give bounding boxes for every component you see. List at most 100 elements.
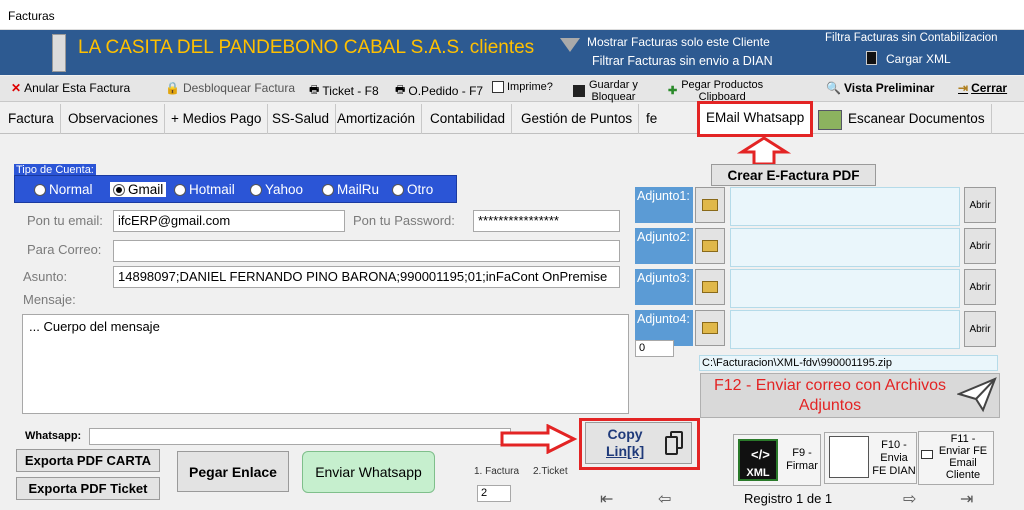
attachment-count-field[interactable]: 0 [635, 340, 674, 357]
xml-file-icon: XML </> [738, 439, 778, 481]
close-button[interactable]: ⇥ Cerrar [958, 81, 1007, 95]
scanner-icon [818, 110, 842, 130]
attachment2-folder-icon[interactable] [695, 228, 725, 264]
tab-fe[interactable]: fe [640, 104, 663, 134]
save-lock-button[interactable]: Guardar y Bloquear [573, 79, 638, 103]
radio-otro[interactable]: Otro [392, 182, 433, 197]
send-whatsapp-button[interactable]: Enviar Whatsapp [302, 451, 435, 493]
tab-gestion-puntos[interactable]: Gestión de Puntos [515, 104, 640, 134]
password-field[interactable]: **************** [473, 210, 620, 232]
export-pdf-ticket-button[interactable]: Exporta PDF Ticket [16, 477, 160, 500]
email-label: Pon tu email: [27, 213, 103, 228]
export-pdf-carta-button[interactable]: Exporta PDF CARTA [16, 449, 160, 472]
tab-medios-pago[interactable]: + Medios Pago [165, 104, 269, 134]
attachment1-open-button[interactable]: Abrir [964, 187, 996, 223]
copy-link-button[interactable]: Copy Lin[k] [585, 422, 692, 464]
paste-link-button[interactable]: Pegar Enlace [177, 451, 289, 492]
radio-yahoo[interactable]: Yahoo [250, 182, 303, 197]
record-counter: Registro 1 de 1 [744, 491, 833, 506]
sign-f9-button[interactable]: XML </> F9 - Firmar [733, 434, 821, 486]
printer-icon: 🖶 [309, 84, 320, 96]
copy-icon [665, 431, 683, 455]
whatsapp-field[interactable] [89, 428, 511, 445]
preview-button[interactable]: 🔍 Vista Preliminar [826, 81, 934, 95]
tab-contabilidad[interactable]: Contabilidad [424, 104, 513, 134]
attachment-path-field[interactable]: C:\Facturacion\XML-fdv\990001195.zip [699, 355, 998, 371]
filter-no-dian-button[interactable]: Filtrar Facturas sin envio a DIAN [592, 54, 773, 68]
tab-email-whatsapp[interactable]: EMail Whatsapp [697, 101, 814, 137]
exit-icon: ⇥ [958, 81, 969, 95]
attachment1-field[interactable] [730, 187, 960, 226]
attachment4-open-button[interactable]: Abrir [964, 311, 996, 347]
attachment3-label: Adjunto3: [635, 269, 693, 305]
format-option-field[interactable]: 2 [477, 485, 511, 502]
attachment4-folder-icon[interactable] [695, 310, 725, 346]
funnel-icon[interactable] [560, 38, 580, 52]
radio-normal[interactable]: Normal [34, 182, 93, 197]
to-label: Para Correo: [27, 242, 102, 257]
attachment3-folder-icon[interactable] [695, 269, 725, 305]
create-efactura-pdf-button[interactable]: Crear E-Factura PDF [711, 164, 876, 186]
attachment2-label: Adjunto2: [635, 228, 693, 264]
unlock-invoice-button[interactable]: 🔒 Desbloquear Factura [165, 81, 295, 95]
subject-label: Asunto: [23, 269, 68, 284]
magnifier-icon: 🔍 [826, 81, 841, 95]
next-record-icon[interactable]: ⇨ [903, 489, 916, 509]
previous-record-icon[interactable]: ⇦ [658, 489, 671, 509]
option-ticket-label: 2.Ticket [533, 466, 568, 477]
ticket-button[interactable]: 🖶 Ticket - F8 [309, 81, 379, 100]
email-fe-f11-button[interactable]: F11 - Enviar FE Email Cliente [918, 431, 994, 485]
company-name: LA CASITA DEL PANDEBONO CABAL S.A.S. cli… [78, 37, 535, 58]
radio-hotmail[interactable]: Hotmail [174, 182, 235, 197]
tab-bar: Factura Observaciones + Medios Pago SS-S… [0, 101, 1024, 137]
printer-icon: 🖶 [395, 84, 406, 96]
calendar-icon [52, 34, 66, 72]
option-factura-label: 1. Factura [474, 466, 520, 477]
send-email-f12-button[interactable]: F12 - Enviar correo con Archivos Adjuntos [700, 373, 1000, 418]
envelope-icon [921, 450, 933, 459]
cancel-invoice-button[interactable]: ✕ Anular Esta Factura [11, 81, 130, 95]
paste-products-button[interactable]: ✚ Pegar Productos Clipboard [668, 79, 763, 103]
attachment1-folder-icon[interactable] [695, 187, 725, 223]
cancel-x-icon: ✕ [11, 81, 22, 95]
tab-observaciones[interactable]: Observaciones [62, 104, 166, 134]
print-checkbox[interactable]: Imprime? [492, 81, 553, 93]
to-field[interactable] [113, 240, 620, 262]
invoice-doc-icon [829, 436, 869, 478]
highlight-right-arrow [500, 424, 578, 454]
account-type-options: Normal Gmail Hotmail Yahoo MailRu Otro [22, 178, 454, 200]
radio-mailru[interactable]: MailRu [322, 182, 379, 197]
filter-no-accounting-button[interactable]: Filtra Facturas sin Contabilizacion [825, 32, 998, 44]
password-label: Pon tu Password: [353, 213, 455, 228]
document-icon [866, 51, 877, 65]
subject-field[interactable]: 14898097;DANIEL FERNANDO PINO BARONA;990… [113, 266, 620, 288]
tab-amortizacion[interactable]: Amortización [331, 104, 423, 134]
show-only-client-button[interactable]: Mostrar Facturas solo este Cliente [587, 35, 770, 49]
attachment3-field[interactable] [730, 269, 960, 308]
lock-icon: 🔒 [165, 81, 180, 95]
message-label: Mensaje: [23, 292, 76, 307]
attachment2-open-button[interactable]: Abrir [964, 228, 996, 264]
paper-plane-icon [957, 377, 997, 413]
order-button[interactable]: 🖶 O.Pedido - F7 [395, 81, 483, 100]
plus-icon: ✚ [668, 85, 678, 97]
tab-factura[interactable]: Factura [2, 104, 61, 134]
tab-ss-salud[interactable]: SS-Salud [266, 104, 337, 134]
radio-gmail[interactable]: Gmail [110, 181, 167, 197]
highlight-up-arrow [736, 136, 792, 166]
first-record-icon[interactable]: ⇤ [600, 489, 613, 509]
attachment4-field[interactable] [730, 310, 960, 349]
toolbar: ✕ Anular Esta Factura 🔒 Desbloquear Factur… [0, 76, 1024, 103]
message-textarea[interactable]: ... Cuerpo del mensaje [22, 314, 629, 414]
email-field[interactable]: ifcERP@gmail.com [113, 210, 345, 232]
disk-icon [573, 85, 585, 97]
attachment1-label: Adjunto1: [635, 187, 693, 223]
whatsapp-label: Whatsapp: [25, 430, 82, 442]
header-banner: LA CASITA DEL PANDEBONO CABAL S.A.S. cli… [0, 30, 1024, 75]
attachment3-open-button[interactable]: Abrir [964, 269, 996, 305]
load-xml-button[interactable]: Cargar XML [886, 52, 951, 66]
attachment2-field[interactable] [730, 228, 960, 267]
tab-escanear[interactable]: Escanear Documentos [842, 104, 992, 134]
send-dian-f10-button[interactable]: F10 - Envia FE DIAN [824, 432, 917, 484]
last-record-icon[interactable]: ⇥ [960, 489, 973, 509]
